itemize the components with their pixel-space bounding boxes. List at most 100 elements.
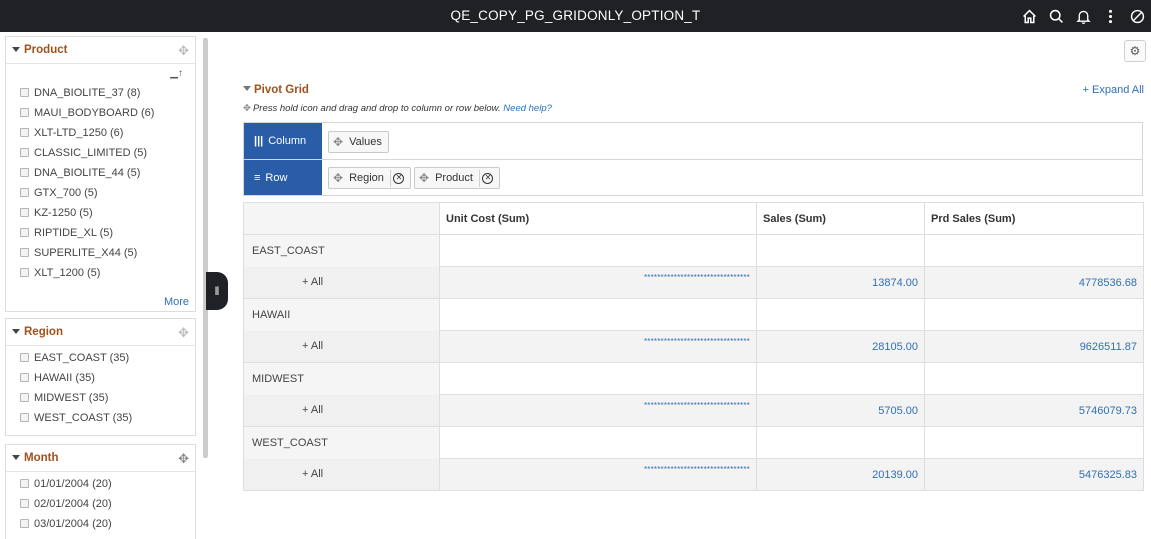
row-label-all[interactable]: + All (243, 266, 440, 299)
column-header-prd-sales[interactable]: Prd Sales (Sum) (924, 202, 1144, 235)
cell-prd-sales[interactable]: 5746079.73 (924, 394, 1144, 427)
header-actions (1016, 0, 1151, 32)
move-icon[interactable]: ✥ (178, 37, 189, 64)
columns-icon: ||| (254, 135, 264, 147)
row-label-all[interactable]: + All (243, 394, 440, 427)
cell-sales[interactable]: 13874.00 (756, 266, 925, 299)
checkbox[interactable] (20, 187, 29, 197)
column-drop-zone[interactable]: ||| Column ✥ Values (243, 122, 1143, 160)
checkbox[interactable] (20, 412, 29, 422)
filter-item[interactable]: HAWAII (35) (6, 368, 195, 388)
column-header-unit-cost[interactable]: Unit Cost (Sum) (439, 202, 757, 235)
cell-prd-sales[interactable]: 4778536.68 (924, 266, 1144, 299)
filter-item[interactable]: 01/01/2004 (20) (6, 474, 195, 494)
cell-unit-cost[interactable]: ******************************** (439, 330, 757, 363)
pivot-grid-title[interactable]: Pivot Grid (243, 84, 309, 96)
cell-unit-cost[interactable]: ******************************** (439, 266, 757, 299)
filter-header-region[interactable]: Region ✥ (6, 319, 195, 346)
filter-header-product[interactable]: Product ✥ (6, 37, 195, 64)
expand-all-link[interactable]: + Expand All (1083, 84, 1144, 96)
more-vertical-icon[interactable] (1097, 0, 1124, 32)
more-link[interactable]: More (164, 296, 189, 308)
filter-item[interactable]: KZ-1250 (5) (6, 203, 195, 223)
checkbox[interactable] (20, 207, 29, 217)
move-icon[interactable]: ✥ (178, 319, 189, 346)
checkbox[interactable] (20, 267, 29, 277)
filter-item[interactable]: CLASSIC_LIMITED (5) (6, 143, 195, 163)
move-icon[interactable]: ✥ (419, 171, 429, 185)
row-drop-zone[interactable]: ≡ Row ✥ Region ✕ ✥ Product ✕ (243, 159, 1143, 196)
cell-prd-sales[interactable]: 5476325.83 (924, 458, 1144, 491)
checkbox[interactable] (20, 247, 29, 257)
settings-gear-icon[interactable]: ⚙ (1124, 40, 1146, 62)
cell-sales[interactable]: 28105.00 (756, 330, 925, 363)
empty-cell (924, 426, 1144, 459)
move-icon[interactable]: ✥ (178, 445, 189, 472)
checkbox[interactable] (20, 392, 29, 402)
cell-sales[interactable]: 5705.00 (756, 394, 925, 427)
cell-unit-cost[interactable]: ******************************** (439, 394, 757, 427)
filter-panel-scrollbar[interactable] (203, 38, 208, 458)
filter-item[interactable]: 03/01/2004 (20) (6, 514, 195, 534)
row-label-all[interactable]: + All (243, 330, 440, 363)
field-pill-values[interactable]: ✥ Values (328, 131, 389, 153)
filter-item[interactable]: MAUI_BODYBOARD (6) (6, 103, 195, 123)
column-header-sales[interactable]: Sales (Sum) (756, 202, 925, 235)
collapse-caret-icon[interactable] (12, 46, 20, 52)
filter-header-month[interactable]: Month ✥ (6, 445, 195, 472)
filter-item[interactable]: XLT-LTD_1250 (6) (6, 123, 195, 143)
checkbox[interactable] (20, 227, 29, 237)
cell-sales[interactable]: 20139.00 (756, 458, 925, 491)
filter-item[interactable]: 02/01/2004 (20) (6, 494, 195, 514)
sort-icon[interactable]: ▁↑ (170, 68, 183, 79)
checkbox[interactable] (20, 167, 29, 177)
column-tag: ||| Column (244, 123, 322, 159)
checkbox[interactable] (20, 478, 29, 488)
filter-item[interactable]: DNA_BIOLITE_44 (5) (6, 163, 195, 183)
row-label-region[interactable]: EAST_COAST (243, 234, 440, 267)
checkbox[interactable] (20, 127, 29, 137)
no-entry-icon[interactable] (1124, 0, 1151, 32)
filter-item-label: XLT_1200 (5) (34, 267, 101, 279)
checkbox[interactable] (20, 352, 29, 362)
remove-field-button[interactable]: ✕ (389, 169, 407, 187)
filter-item-label: DNA_BIOLITE_37 (8) (34, 87, 141, 99)
cell-prd-sales[interactable]: 9626511.87 (924, 330, 1144, 363)
search-icon[interactable] (1043, 0, 1070, 32)
filter-item[interactable]: XLT_1200 (5) (6, 263, 195, 283)
filter-item[interactable]: SUPERLITE_X44 (5) (6, 243, 195, 263)
bell-icon[interactable] (1070, 0, 1097, 32)
row-label-region[interactable]: MIDWEST (243, 362, 440, 395)
checkbox[interactable] (20, 372, 29, 382)
collapse-caret-icon[interactable] (243, 86, 251, 92)
collapse-caret-icon[interactable] (12, 328, 20, 334)
filter-item[interactable]: GTX_700 (5) (6, 183, 195, 203)
collapse-caret-icon[interactable] (12, 454, 20, 460)
move-icon[interactable]: ✥ (333, 135, 343, 149)
need-help-link[interactable]: Need help? (503, 103, 552, 114)
row-label-all[interactable]: + All (243, 458, 440, 491)
row-label-region[interactable]: HAWAII (243, 298, 440, 331)
cell-unit-cost[interactable]: ******************************** (439, 458, 757, 491)
filter-item[interactable]: DNA_BIOLITE_37 (8) (6, 83, 195, 103)
filter-item[interactable]: MIDWEST (35) (6, 388, 195, 408)
checkbox[interactable] (20, 518, 29, 528)
checkbox[interactable] (20, 87, 29, 97)
row-label-region[interactable]: WEST_COAST (243, 426, 440, 459)
table-row: + All ******************************** 5… (243, 394, 1144, 427)
filter-item-label: EAST_COAST (35) (34, 352, 130, 364)
checkbox[interactable] (20, 107, 29, 117)
checkbox[interactable] (20, 147, 29, 157)
home-icon[interactable] (1016, 0, 1043, 32)
field-pill-product[interactable]: ✥ Product ✕ (414, 167, 500, 189)
panel-collapse-handle[interactable]: ‖ (206, 272, 228, 310)
field-pill-region[interactable]: ✥ Region ✕ (328, 167, 411, 189)
filter-item[interactable]: EAST_COAST (35) (6, 348, 195, 368)
move-icon[interactable]: ✥ (333, 171, 343, 185)
filter-title: Region (24, 326, 63, 338)
remove-field-button[interactable]: ✕ (478, 169, 496, 187)
table-row: + All ******************************** 2… (243, 330, 1144, 363)
filter-item[interactable]: RIPTIDE_XL (5) (6, 223, 195, 243)
checkbox[interactable] (20, 498, 29, 508)
filter-item[interactable]: WEST_COAST (35) (6, 408, 195, 428)
